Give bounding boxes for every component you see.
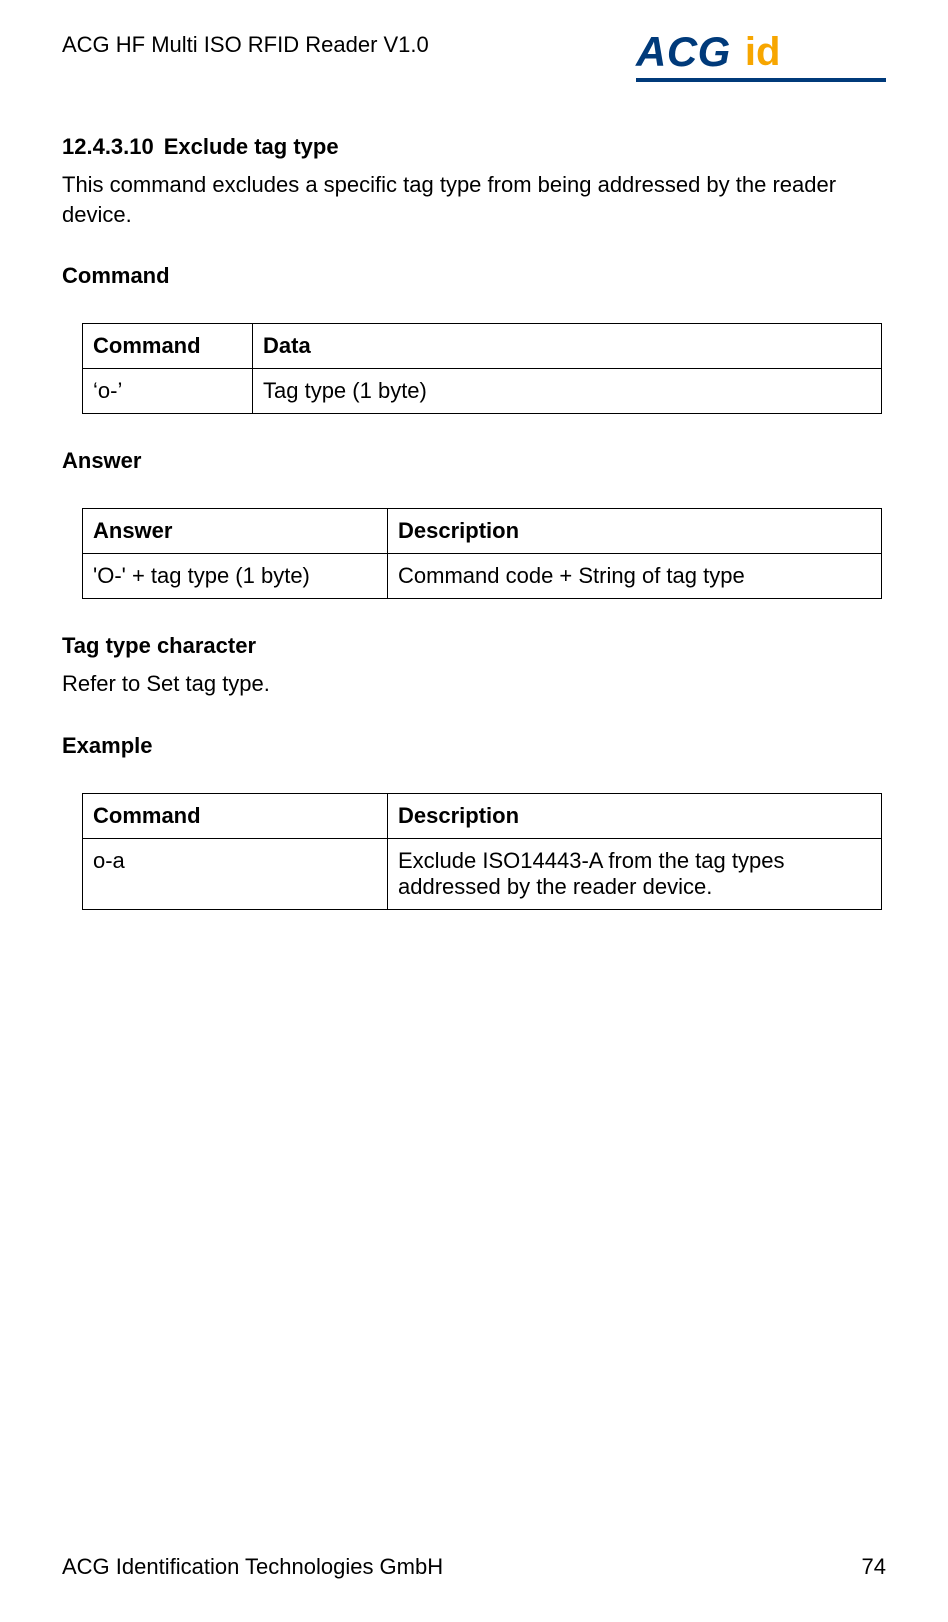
answer-cell-ans: 'O-' + tag type (1 byte): [83, 554, 388, 599]
command-th-command: Command: [83, 324, 253, 369]
section-title: Exclude tag type: [164, 134, 339, 160]
page-header: ACG HF Multi ISO RFID Reader V1.0 ACG id: [62, 28, 886, 76]
answer-table: Answer Description 'O-' + tag type (1 by…: [82, 508, 882, 599]
footer-company: ACG Identification Technologies GmbH: [62, 1554, 443, 1580]
example-cell-desc: Exclude ISO14443-A from the tag types ad…: [388, 839, 882, 910]
answer-cell-desc: Command code + String of tag type: [388, 554, 882, 599]
answer-th-answer: Answer: [83, 509, 388, 554]
command-cell-cmd: ‘o-’: [83, 369, 253, 414]
command-table: Command Data ‘o-’ Tag type (1 byte): [82, 323, 882, 414]
tagtype-body: Refer to Set tag type.: [62, 669, 886, 699]
section-heading: 12.4.3.10 Exclude tag type: [62, 134, 886, 160]
answer-heading: Answer: [62, 448, 886, 474]
command-heading: Command: [62, 263, 886, 289]
company-logo: ACG id: [636, 28, 886, 76]
command-cell-data: Tag type (1 byte): [253, 369, 882, 414]
example-th-description: Description: [388, 794, 882, 839]
logo-text-sub: id: [745, 32, 781, 72]
example-cell-cmd: o-a: [83, 839, 388, 910]
section-intro: This command excludes a specific tag typ…: [62, 170, 886, 229]
footer-page-number: 74: [862, 1554, 886, 1580]
example-heading: Example: [62, 733, 886, 759]
tagtype-heading: Tag type character: [62, 633, 886, 659]
command-th-data: Data: [253, 324, 882, 369]
answer-th-description: Description: [388, 509, 882, 554]
section-number: 12.4.3.10: [62, 134, 154, 160]
logo-underline: [636, 78, 886, 82]
example-th-command: Command: [83, 794, 388, 839]
example-table: Command Description o-a Exclude ISO14443…: [82, 793, 882, 910]
page-footer: ACG Identification Technologies GmbH 74: [62, 1554, 886, 1580]
logo-text-main: ACG: [636, 28, 731, 76]
doc-title: ACG HF Multi ISO RFID Reader V1.0: [62, 28, 429, 58]
